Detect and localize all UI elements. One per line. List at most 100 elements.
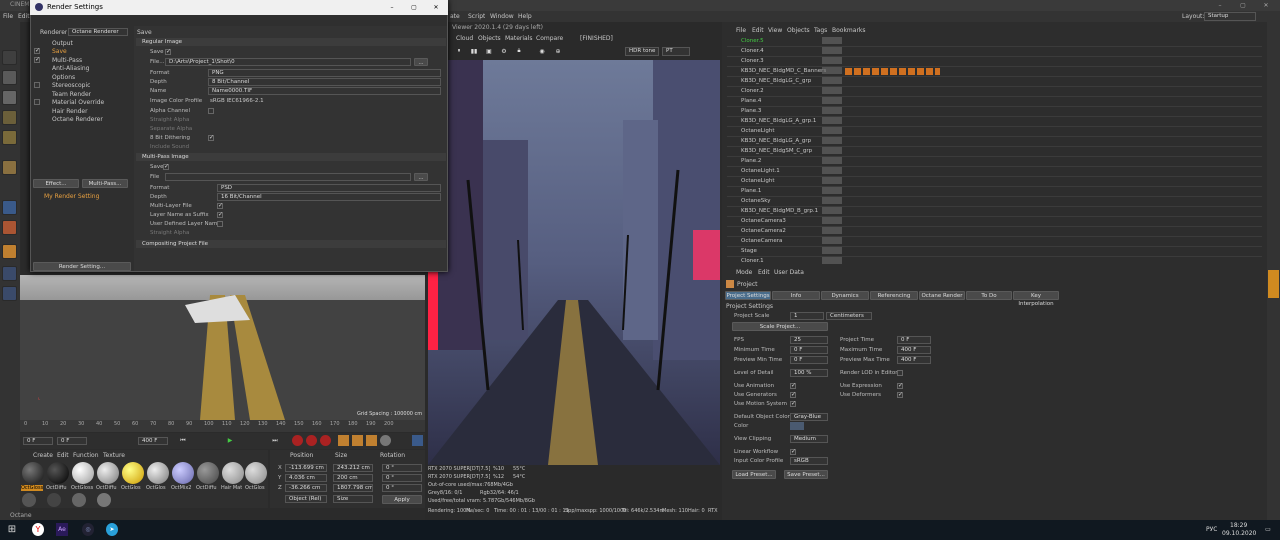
save-preset-button[interactable]: Save Preset... xyxy=(784,470,828,479)
material-ball[interactable] xyxy=(147,462,169,484)
tool-box-icon[interactable] xyxy=(2,160,17,175)
om-menu-view[interactable]: View xyxy=(768,27,782,34)
menu-window[interactable]: Window xyxy=(490,13,514,20)
preview-max-field[interactable]: 400 F xyxy=(897,356,931,364)
viewer-menu-cloud[interactable]: Cloud xyxy=(456,35,473,42)
object-row[interactable]: OctaneLight xyxy=(727,127,1262,137)
viewer-menu-materials[interactable]: Materials xyxy=(505,35,533,42)
rot-h-field[interactable]: 0 ° xyxy=(382,464,422,472)
material-ball[interactable] xyxy=(245,462,267,484)
project-scale-field[interactable]: 1 xyxy=(790,312,824,320)
object-row[interactable]: Plane.2 xyxy=(727,157,1262,167)
rs-tree-item[interactable]: Save xyxy=(52,48,67,55)
mat-menu-create[interactable]: Create xyxy=(33,452,53,459)
rs-minimize-icon[interactable]: – xyxy=(386,2,398,13)
input-profile-select[interactable]: sRGB xyxy=(790,457,828,465)
viewer-menu-objects[interactable]: Objects xyxy=(478,35,501,42)
save-enable-checkbox[interactable]: ✓ xyxy=(34,48,40,54)
cinema4d-icon[interactable]: ◎ xyxy=(82,523,94,536)
stop-icon[interactable]: ▮▮ xyxy=(468,45,480,57)
layout-select[interactable]: Startup xyxy=(1204,12,1256,21)
pos-x-field[interactable]: -113.699 cm xyxy=(285,464,327,472)
material-ball[interactable] xyxy=(22,493,36,507)
user-layer-checkbox[interactable] xyxy=(217,221,223,227)
object-row[interactable]: Cloner.5 xyxy=(727,37,1262,47)
rs-tree-item[interactable]: Anti-Aliasing xyxy=(52,65,89,72)
object-row[interactable]: KB3D_NEC_BldgLG_A_grp.1 xyxy=(727,117,1262,127)
layer-suffix-checkbox[interactable]: ✓ xyxy=(217,212,223,218)
object-row[interactable]: KB3D_NEC_BldgMD_B_grp.1 xyxy=(727,207,1262,217)
tab-key-interpolation[interactable]: Key Interpolation xyxy=(1013,291,1059,307)
dithering-checkbox[interactable]: ✓ xyxy=(208,135,214,141)
regular-image-header[interactable]: Regular Image xyxy=(136,38,446,46)
frame-current-field[interactable]: 0 F xyxy=(57,437,87,445)
rs-tree-item[interactable]: Stereoscopic xyxy=(52,82,90,89)
tool-layers-icon[interactable] xyxy=(2,110,17,125)
render-preset[interactable]: My Render Setting xyxy=(44,193,99,200)
telegram-icon[interactable]: ➤ xyxy=(106,523,118,536)
close-icon[interactable]: ✕ xyxy=(1260,0,1272,10)
yandex-icon[interactable]: Y xyxy=(32,523,44,536)
object-row[interactable]: Plane.4 xyxy=(727,97,1262,107)
rs-tree-item[interactable]: Material Override xyxy=(52,99,104,106)
size-y-field[interactable]: 200 cm xyxy=(333,474,373,482)
object-row[interactable]: OctaneLight xyxy=(727,177,1262,187)
coord-size-select[interactable]: Size xyxy=(333,495,373,503)
apply-button[interactable]: Apply xyxy=(382,495,422,504)
pos-z-field[interactable]: -36.266 cm xyxy=(285,484,327,492)
settings-icon[interactable]: ⚙ xyxy=(498,45,510,57)
render-lod-checkbox[interactable] xyxy=(897,370,903,376)
minimize-icon[interactable]: – xyxy=(1214,0,1226,10)
tab-todo[interactable]: To Do xyxy=(966,291,1012,300)
material-ball[interactable] xyxy=(97,462,119,484)
multipass-enable-checkbox[interactable]: ✓ xyxy=(34,57,40,63)
after-effects-icon[interactable]: Ae xyxy=(56,523,68,536)
tab-octane-render[interactable]: Octane Render xyxy=(919,291,965,300)
frame-end-field[interactable]: 400 F xyxy=(138,437,168,445)
om-menu-tags[interactable]: Tags xyxy=(814,27,827,34)
mp-save-checkbox[interactable]: ✓ xyxy=(163,164,169,170)
menu-edit[interactable]: Edit xyxy=(18,13,30,20)
rs-tree-item[interactable]: Octane Renderer xyxy=(52,116,103,123)
pick-icon[interactable]: ⊕ xyxy=(552,45,564,57)
project-time-field[interactable]: 0 F xyxy=(897,336,931,344)
object-row[interactable]: OctaneLight.1 xyxy=(727,167,1262,177)
render-setting-button[interactable]: Render Setting... xyxy=(33,262,131,271)
view-clipping-select[interactable]: Medium xyxy=(790,435,828,443)
tool-checker-icon[interactable] xyxy=(2,90,17,105)
size-x-field[interactable]: 243.212 cm xyxy=(333,464,373,472)
max-time-field[interactable]: 400 F xyxy=(897,346,931,354)
rs-tree-item[interactable]: Team Render xyxy=(52,91,91,98)
material-ball[interactable] xyxy=(197,462,219,484)
tab-info[interactable]: Info xyxy=(772,291,820,300)
goto-end-icon[interactable]: ⏭ xyxy=(270,435,280,446)
use-motion-checkbox[interactable]: ✓ xyxy=(790,401,796,407)
default-color-select[interactable]: Gray-Blue xyxy=(790,413,828,421)
material-ball[interactable] xyxy=(222,462,244,484)
pos-y-field[interactable]: 4.036 cm xyxy=(285,474,327,482)
file-path-field[interactable]: D:\Arts\Project_1\Shot\0 xyxy=(165,58,411,66)
save-image-icon[interactable]: ▣ xyxy=(483,45,495,57)
object-row[interactable]: Plane.1 xyxy=(727,187,1262,197)
material-ball[interactable] xyxy=(122,462,144,484)
compositing-header[interactable]: Compositing Project File xyxy=(136,240,446,248)
use-deformers-checkbox[interactable]: ✓ xyxy=(897,392,903,398)
right-tab-active[interactable] xyxy=(1268,270,1279,298)
om-menu-bookmarks[interactable]: Bookmarks xyxy=(832,27,866,34)
lod-field[interactable]: 100 % xyxy=(790,369,828,377)
material-ball[interactable] xyxy=(72,493,86,507)
lock-icon[interactable]: 🔒︎ xyxy=(513,45,525,57)
region-icon[interactable]: ◉ xyxy=(536,45,548,57)
depth-select[interactable]: 8 Bit/Channel xyxy=(208,78,441,86)
rs-tree-item[interactable]: Output xyxy=(52,40,73,47)
file-browse-button[interactable]: ... xyxy=(414,58,428,66)
param-key-icon[interactable] xyxy=(380,435,391,446)
tool-s-icon[interactable] xyxy=(2,220,17,235)
material-override-checkbox[interactable] xyxy=(34,99,40,105)
linear-workflow-checkbox[interactable]: ✓ xyxy=(790,449,796,455)
object-row[interactable]: OctaneSky xyxy=(727,197,1262,207)
use-expression-checkbox[interactable]: ✓ xyxy=(897,383,903,389)
load-preset-button[interactable]: Load Preset... xyxy=(732,470,776,479)
om-menu-file[interactable]: File xyxy=(736,27,746,34)
rot-p-field[interactable]: 0 ° xyxy=(382,474,422,482)
